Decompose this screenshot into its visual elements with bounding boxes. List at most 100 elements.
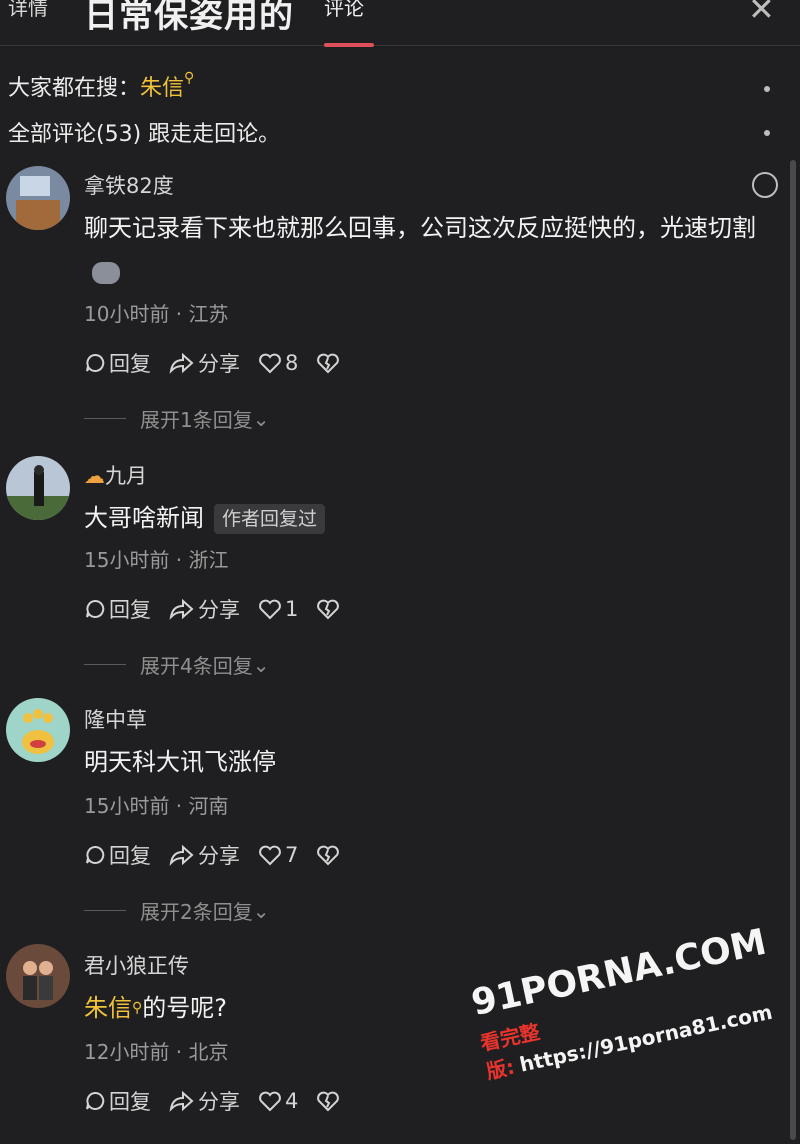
expand-label: 展开2条回复 — [140, 900, 253, 924]
share-label: 分享 — [198, 352, 240, 376]
share-button[interactable]: 分享 — [169, 594, 240, 624]
chevron-down-icon: ⌄ — [252, 898, 270, 923]
like-button[interactable]: 4 — [258, 1089, 298, 1113]
chevron-down-icon: ⌄ — [252, 406, 270, 431]
active-tab-indicator — [324, 43, 374, 47]
share-button[interactable]: 分享 — [169, 840, 240, 870]
divider — [84, 910, 126, 911]
comment-actions: 回复 分享 1 — [84, 594, 361, 624]
heart-icon — [259, 599, 281, 620]
chevron-down-icon: ⌄ — [252, 652, 270, 677]
reply-button[interactable]: 回复 — [84, 348, 151, 378]
expand-label: 展开1条回复 — [140, 408, 253, 432]
broken-heart-icon — [317, 845, 340, 866]
broken-heart-icon — [317, 353, 340, 374]
dislike-button[interactable] — [316, 352, 343, 374]
heart-icon — [259, 1091, 281, 1112]
comment-text-body: 大哥啥新闻 — [84, 504, 204, 532]
gift-icon[interactable] — [752, 172, 778, 198]
like-count: 1 — [285, 597, 299, 621]
close-button[interactable]: ✕ — [748, 0, 775, 28]
avatar[interactable] — [6, 944, 70, 1008]
dislike-button[interactable] — [316, 598, 343, 620]
reply-button[interactable]: 回复 — [84, 1086, 151, 1116]
search-term-link[interactable]: 朱信 — [84, 994, 132, 1022]
avatar[interactable] — [6, 166, 70, 230]
expand-replies[interactable]: 展开4条回复 ⌄ — [84, 650, 270, 679]
comment-text-body: 聊天记录看下来也就那么回事，公司这次反应挺快的，光速切割 — [84, 214, 756, 242]
comment-actions: 回复 分享 7 — [84, 840, 361, 870]
more-dot-icon[interactable] — [764, 130, 770, 136]
comment-actions: 回复 分享 4 — [84, 1086, 361, 1116]
like-count: 7 — [285, 843, 299, 867]
comment-text: 大哥啥新闻 作者回复过 — [84, 496, 784, 540]
comment-text: 聊天记录看下来也就那么回事，公司这次反应挺快的，光速切割 — [84, 206, 784, 294]
reply-label: 回复 — [109, 1090, 151, 1114]
share-button[interactable]: 分享 — [169, 1086, 240, 1116]
dislike-button[interactable] — [316, 844, 343, 866]
watermark-url-text: https://91porna81.com — [517, 999, 775, 1077]
avatar[interactable] — [6, 698, 70, 762]
heart-icon — [259, 845, 281, 866]
search-prefix: 大家都在搜： — [8, 76, 141, 101]
comment-meta: 15小时前 · 河南 — [84, 794, 229, 818]
like-button[interactable]: 8 — [258, 351, 298, 375]
broken-heart-icon — [317, 1091, 340, 1112]
comment-username[interactable]: 隆中草 — [84, 704, 147, 734]
top-bar: 详情 日常保姿用的 评论 ✕ — [0, 0, 800, 47]
expand-label: 展开4条回复 — [140, 654, 253, 678]
tab-detail[interactable]: 详情 — [8, 0, 48, 21]
rainbow-icon: ☁ — [84, 464, 105, 488]
tab-comments[interactable]: 评论 — [324, 0, 364, 21]
more-dot-icon[interactable] — [764, 86, 770, 92]
share-icon — [169, 352, 194, 374]
expand-replies[interactable]: 展开1条回复 ⌄ — [84, 404, 270, 433]
search-icon: ⚲ — [132, 1000, 143, 1016]
comment-username[interactable]: ☁九月 — [84, 460, 147, 490]
search-suggestion[interactable]: 大家都在搜：朱信⚲ — [8, 70, 194, 102]
reply-button[interactable]: 回复 — [84, 594, 151, 624]
comment-username[interactable]: 拿铁82度 — [84, 170, 174, 200]
search-icon: ⚲ — [184, 70, 195, 86]
divider — [84, 664, 126, 665]
reply-label: 回复 — [109, 598, 151, 622]
watermark: 91PORNA.COM 看完整版:https://91porna81.com — [468, 915, 800, 1121]
reply-label: 回复 — [109, 352, 151, 376]
reply-label: 回复 — [109, 844, 151, 868]
comment-meta: 12小时前 · 北京 — [84, 1040, 229, 1064]
avatar[interactable] — [6, 456, 70, 520]
reply-icon — [86, 1091, 105, 1110]
video-title-overlay: 日常保姿用的 — [84, 0, 294, 36]
share-icon — [169, 598, 194, 620]
username-text: 九月 — [105, 464, 147, 488]
like-button[interactable]: 1 — [258, 597, 298, 621]
comments-count: 全部评论(53) 跟走走回论。 — [8, 122, 281, 147]
comment-text: 明天科大讯飞涨停 — [84, 748, 276, 776]
like-count: 4 — [285, 1089, 299, 1113]
reply-icon — [86, 599, 105, 618]
like-button[interactable]: 7 — [258, 843, 298, 867]
reply-icon — [86, 845, 105, 864]
like-count: 8 — [285, 351, 299, 375]
broken-heart-icon — [317, 599, 340, 620]
author-replied-badge: 作者回复过 — [214, 504, 326, 534]
share-icon — [169, 1090, 194, 1112]
sticker-icon — [92, 262, 120, 284]
comment-text-body: 的号呢? — [142, 994, 228, 1022]
expand-replies[interactable]: 展开2条回复 ⌄ — [84, 896, 270, 925]
heart-icon — [259, 353, 281, 374]
comment-meta: 10小时前 · 江苏 — [84, 302, 229, 326]
share-label: 分享 — [198, 844, 240, 868]
share-icon — [169, 844, 194, 866]
reply-button[interactable]: 回复 — [84, 840, 151, 870]
divider — [84, 418, 126, 419]
dislike-button[interactable] — [316, 1090, 343, 1112]
share-label: 分享 — [198, 598, 240, 622]
search-term[interactable]: 朱信 — [140, 76, 184, 101]
share-label: 分享 — [198, 1090, 240, 1114]
share-button[interactable]: 分享 — [169, 348, 240, 378]
comment-meta: 15小时前 · 浙江 — [84, 548, 229, 572]
comment-username[interactable]: 君小狼正传 — [84, 950, 189, 980]
reply-icon — [86, 353, 105, 372]
comment-actions: 回复 分享 8 — [84, 348, 361, 378]
